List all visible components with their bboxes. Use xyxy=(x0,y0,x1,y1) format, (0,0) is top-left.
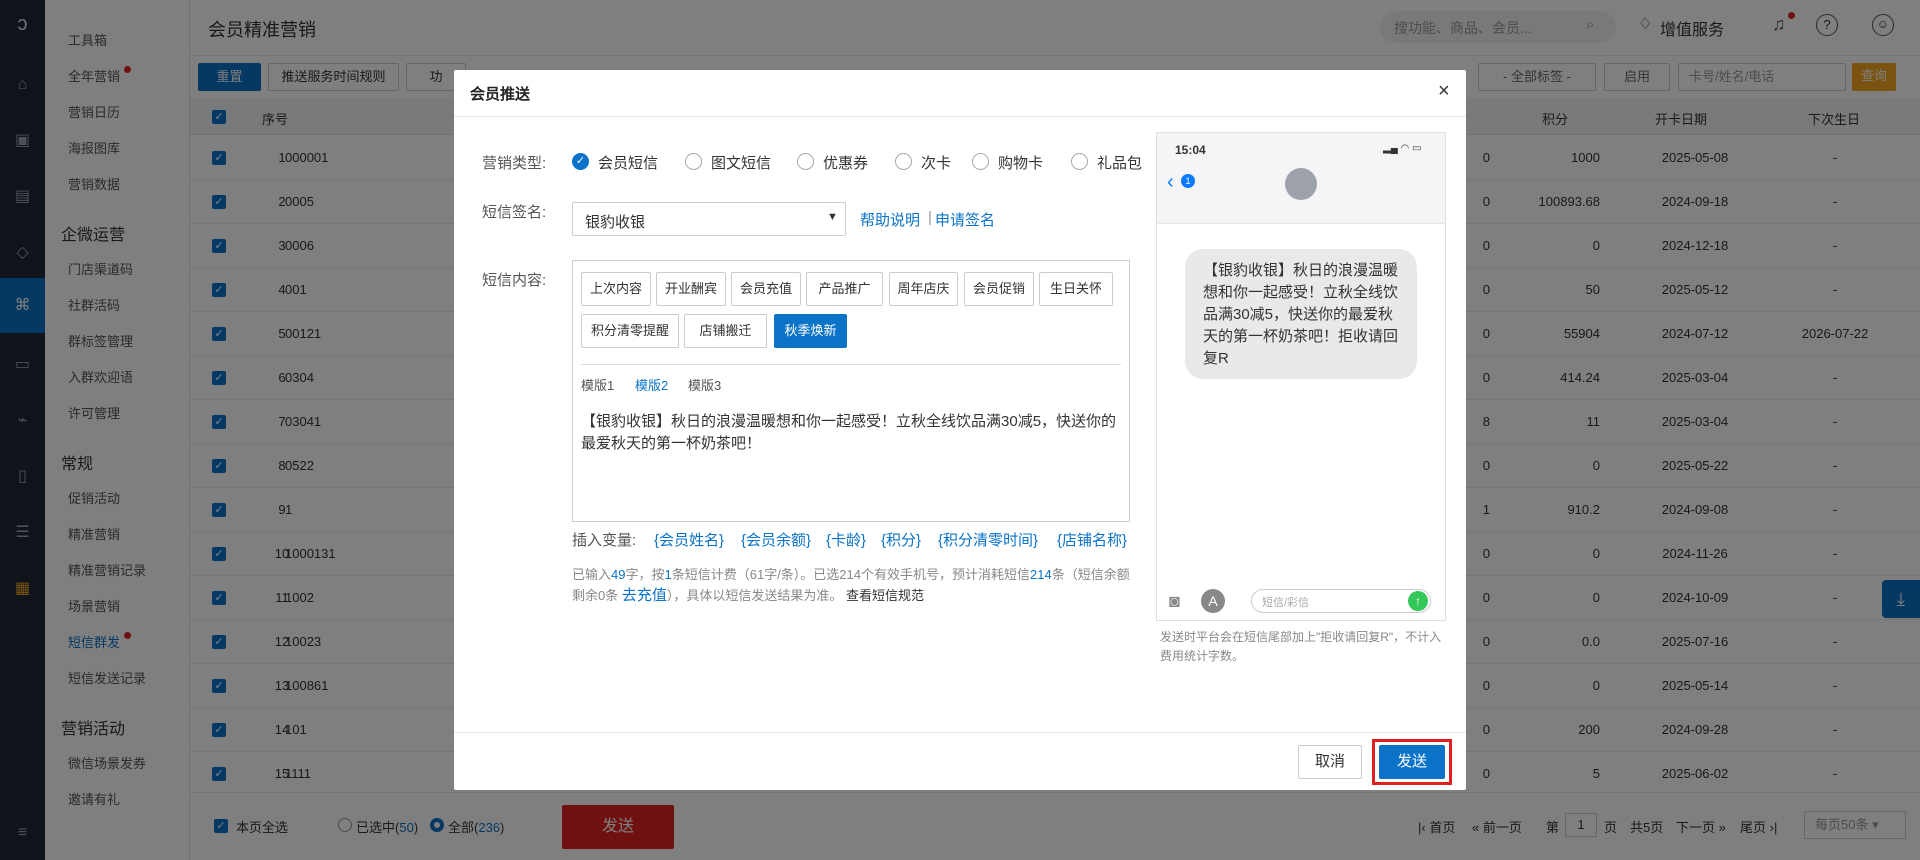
back-badge: 1 xyxy=(1181,174,1195,188)
insert-variable[interactable]: {积分清零时间} xyxy=(938,529,1038,550)
template-version-2[interactable]: 模版2 xyxy=(635,375,668,394)
divider xyxy=(581,364,1121,365)
recharge-link[interactable]: 去充值 xyxy=(622,587,667,604)
send-arrow-icon: ↑ xyxy=(1408,591,1428,611)
template-version-3[interactable]: 模版3 xyxy=(688,375,721,394)
insert-variable[interactable]: {积分} xyxy=(881,529,921,550)
sign-label: 短信签名: xyxy=(482,204,547,221)
sms-count-info: 已输入49字，按1条短信计费（61字/条）。已选214个有效手机号，预计消耗短信… xyxy=(572,567,1130,604)
dialog-footer: 取消 发送 xyxy=(454,732,1466,790)
template-tag[interactable]: 周年店庆 xyxy=(889,272,958,306)
insert-variable[interactable]: {会员余额} xyxy=(741,529,811,550)
reject-note: 发送时平台会在短信尾部加上"拒收请回复R"，不计入费用统计字数。 xyxy=(1160,630,1442,663)
dialog-title: 会员推送 xyxy=(470,86,531,103)
back-icon: ‹ xyxy=(1167,171,1174,193)
type-label-0[interactable]: 会员短信 xyxy=(598,152,658,173)
insert-variable[interactable]: {卡龄} xyxy=(826,529,866,550)
camera-icon: ◙ xyxy=(1169,591,1180,611)
content-box: 上次内容 开业酬宾 会员充值 产品推广 周年店庆 会员促销 生日关怀积分清零提醒 店铺搬迁 秋季… xyxy=(572,260,1130,522)
template-tag[interactable]: 店铺搬迁 xyxy=(684,314,767,348)
template-tag[interactable]: 会员充值 xyxy=(731,272,801,306)
template-tag[interactable]: 产品推广 xyxy=(806,272,883,306)
separator: | xyxy=(928,209,932,226)
type-radio-5[interactable] xyxy=(1071,153,1088,170)
template-version-1[interactable]: 模版1 xyxy=(581,375,614,394)
insert-variable[interactable]: {会员姓名} xyxy=(654,529,724,550)
template-tag[interactable]: 秋季焕新 xyxy=(774,314,847,348)
signal-icon: ▂▄ ◠ ▭ xyxy=(1383,143,1422,154)
type-label-4[interactable]: 购物卡 xyxy=(998,152,1043,173)
phone-preview: 15:04 ▂▄ ◠ ▭ ‹ 1 【银豹收银】秋日的浪漫温暖想和你一起感受！立秋… xyxy=(1156,132,1446,621)
phone-input: 短信/彩信 ↑ xyxy=(1251,589,1431,613)
type-radio-0[interactable] xyxy=(572,153,589,170)
chevron-down-icon: ▼ xyxy=(827,211,838,223)
dialog-header: 会员推送 × xyxy=(454,70,1466,117)
sms-content-textarea[interactable]: 【银豹收银】秋日的浪漫温暖想和你一起感受！立秋全线饮品满30减5，快送你的最爱秋… xyxy=(581,411,1121,455)
type-label-1[interactable]: 图文短信 xyxy=(711,152,771,173)
close-icon[interactable]: × xyxy=(1438,80,1450,103)
type-label: 营销类型: xyxy=(482,155,547,172)
apply-sign-link[interactable]: 申请签名 xyxy=(935,209,995,230)
type-radio-3[interactable] xyxy=(895,153,912,170)
sms-spec-link[interactable]: 查看短信规范 xyxy=(846,588,924,603)
help-link[interactable]: 帮助说明 xyxy=(860,209,920,230)
type-label-2[interactable]: 优惠券 xyxy=(823,152,868,173)
var-label: 插入变量: xyxy=(572,532,637,549)
template-tag[interactable]: 上次内容 xyxy=(581,272,651,306)
content-label: 短信内容: xyxy=(482,272,547,289)
phone-time: 15:04 xyxy=(1175,143,1206,157)
template-tag[interactable]: 生日关怀 xyxy=(1039,272,1113,306)
sign-value: 银豹收银 xyxy=(585,214,646,231)
type-label-3[interactable]: 次卡 xyxy=(921,152,951,173)
type-radio-4[interactable] xyxy=(972,153,989,170)
sms-bubble: 【银豹收银】秋日的浪漫温暖想和你一起感受！立秋全线饮品满30减5，快送你的最爱秋… xyxy=(1185,249,1417,379)
appstore-icon: A xyxy=(1201,589,1225,613)
type-radio-1[interactable] xyxy=(685,153,702,170)
template-tag[interactable]: 开业酬宾 xyxy=(656,272,726,306)
member-push-dialog: 会员推送 × 营销类型: 会员短信 图文短信 优惠券 次卡 购物卡 礼品包 短信签名: 银… xyxy=(454,70,1466,790)
insert-variable[interactable]: {店铺名称} xyxy=(1057,529,1127,550)
template-tag[interactable]: 积分清零提醒 xyxy=(581,314,679,348)
type-radio-2[interactable] xyxy=(797,153,814,170)
cancel-button[interactable]: 取消 xyxy=(1298,745,1362,779)
type-label-5[interactable]: 礼品包 xyxy=(1097,152,1142,173)
template-tag[interactable]: 会员促销 xyxy=(964,272,1034,306)
sign-select[interactable]: 银豹收银 ▼ xyxy=(572,202,846,236)
phone-header: 15:04 ▂▄ ◠ ▭ ‹ 1 xyxy=(1157,133,1445,224)
contact-avatar xyxy=(1285,168,1317,200)
send-button[interactable]: 发送 xyxy=(1379,745,1445,779)
